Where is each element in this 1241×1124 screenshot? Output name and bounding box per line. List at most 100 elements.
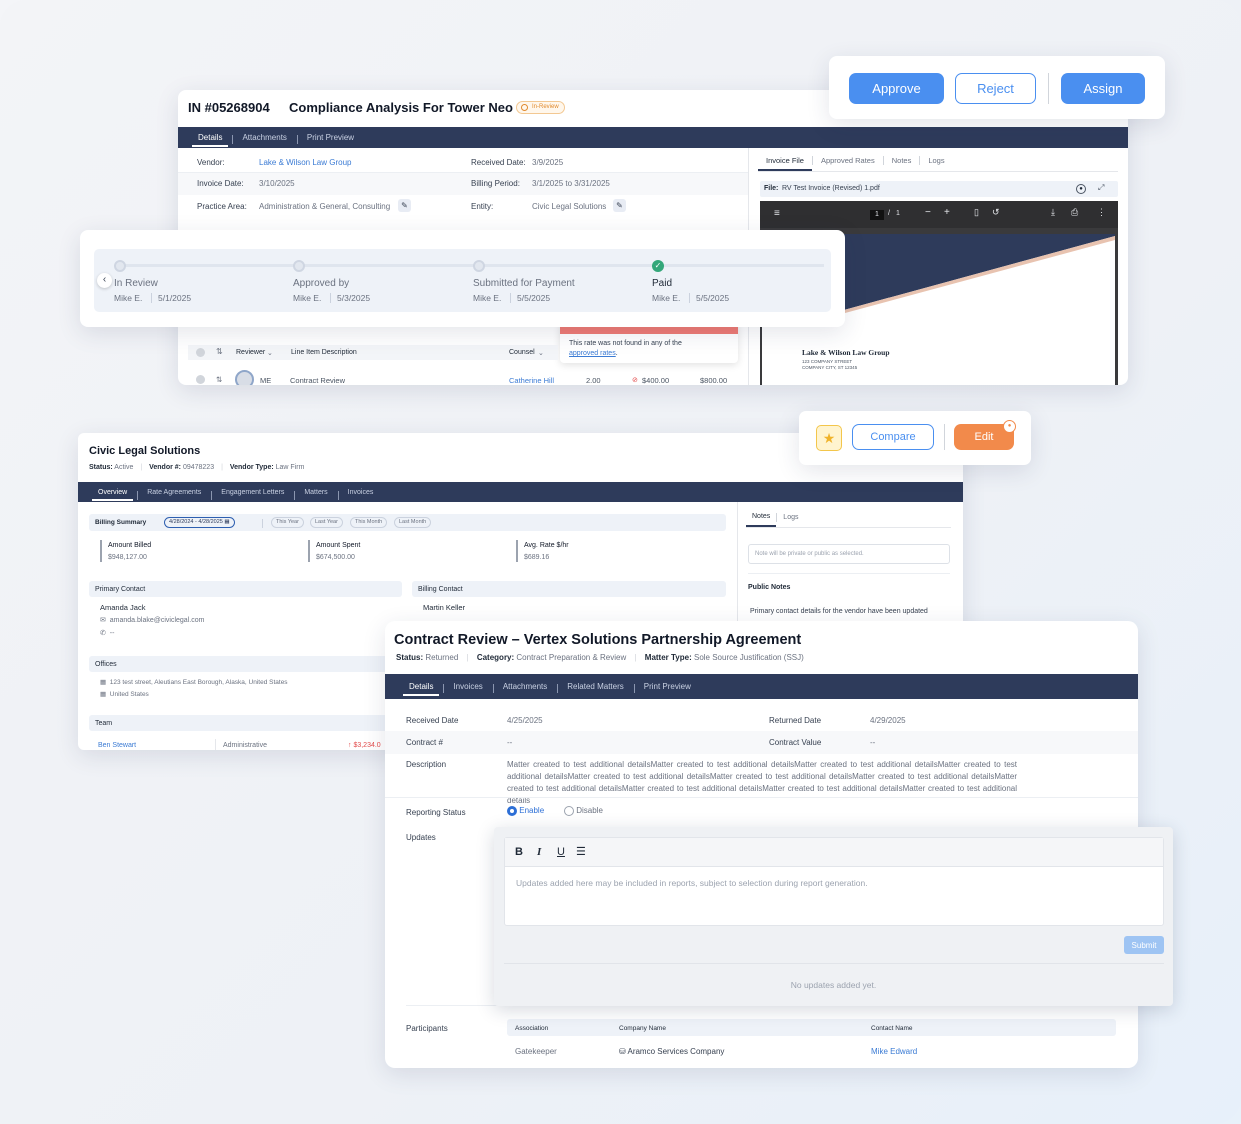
office-line-2: ▦ United States (100, 690, 149, 698)
office-country: United States (109, 691, 149, 698)
divider (748, 573, 950, 574)
counsel-header[interactable]: Counsel (509, 349, 535, 356)
compare-button[interactable]: Compare (852, 424, 934, 450)
stat-divider (516, 540, 518, 562)
received-date-label: Received Date (406, 716, 459, 725)
submit-button[interactable]: Submit (1124, 936, 1164, 954)
line-item-row[interactable]: ⇅ ME Contract Review Catherine Hill 2.00… (188, 370, 748, 385)
pdf-street: 123 COMPANY STREET (802, 359, 853, 364)
received-date-value: 4/25/2025 (507, 716, 543, 725)
zoom-out-icon[interactable]: − (925, 207, 931, 218)
tab-related-matters[interactable]: Related Matters (557, 682, 633, 693)
tab-overview[interactable]: Overview (88, 489, 137, 501)
file-name: RV Test Invoice (Revised) 1.pdf (782, 185, 880, 192)
filter-this-month[interactable]: This Month (350, 517, 388, 528)
tab-logs[interactable]: Logs (919, 156, 952, 165)
tooltip-end: . (615, 350, 618, 357)
sort-icon[interactable]: ⇅ (216, 347, 223, 356)
primary-contact-title: Primary Contact (95, 586, 146, 593)
tab-notes[interactable]: Notes (746, 513, 777, 527)
assign-button[interactable]: Assign (1061, 73, 1145, 104)
tab-approved-rates[interactable]: Approved Rates (811, 156, 883, 165)
underline-icon[interactable]: U (557, 846, 565, 858)
tab-attachments[interactable]: Attachments (492, 682, 557, 693)
timeline-line (119, 264, 824, 267)
tab-invoice-file[interactable]: Invoice File (758, 156, 812, 171)
edit-entity-icon[interactable]: ✎ (613, 199, 626, 212)
list-icon[interactable]: ☰ (576, 845, 586, 858)
billing-summary-bar: Billing Summary 4/28/2024 - 4/28/2025 ▦ … (89, 514, 726, 531)
primary-contact-email: ✉ amanda.blake@civiclegal.com (100, 616, 204, 624)
zoom-in-icon[interactable]: + (944, 207, 950, 218)
vendor-type-value: Law Firm (275, 464, 305, 471)
association-header: Association (515, 1025, 549, 1032)
timeline-step-dot (114, 260, 126, 272)
approve-button[interactable]: Approve (849, 73, 944, 104)
tab-invoices[interactable]: Invoices (337, 489, 384, 500)
company-name: Aramco Services Company (627, 1047, 725, 1056)
tab-logs[interactable]: Logs (776, 513, 804, 522)
counsel-link[interactable]: Catherine Hill (509, 376, 554, 385)
reporting-disable-radio[interactable]: Disable (564, 806, 603, 816)
tab-print-preview[interactable]: Print Preview (296, 133, 364, 144)
reject-button[interactable]: Reject (955, 73, 1036, 104)
date-range-picker[interactable]: 4/28/2024 - 4/28/2025 ▦ (164, 517, 235, 528)
category-label: Category: (476, 653, 515, 662)
reviewer-header[interactable]: Reviewer (236, 349, 265, 356)
star-icon[interactable]: ★ (816, 425, 842, 451)
reporting-enable-radio[interactable]: Enable (507, 806, 544, 816)
matter-type-value: Sole Source Justification (SSJ) (693, 653, 804, 662)
vendor-link[interactable]: Lake & Wilson Law Group (259, 158, 352, 167)
team-member-link[interactable]: Ben Stewart (98, 742, 136, 749)
page-input[interactable]: 1 (870, 210, 884, 220)
tab-invoices[interactable]: Invoices (443, 682, 492, 693)
filter-last-month[interactable]: Last Month (394, 517, 432, 528)
tab-engagement-letters[interactable]: Engagement Letters (211, 489, 294, 500)
invoice-tabs: Details Attachments Print Preview (178, 127, 1128, 148)
divider (385, 797, 1138, 798)
tab-rate-agreements[interactable]: Rate Agreements (137, 489, 211, 500)
tab-details[interactable]: Details (188, 133, 232, 147)
date-range: 4/28/2024 - 4/28/2025 (169, 519, 223, 525)
vendor-type-label: Vendor Type: (229, 464, 274, 471)
tab-print-preview[interactable]: Print Preview (633, 682, 701, 693)
reviewer-avatar (235, 370, 254, 385)
status-timeline: ‹ In Review Mike E. 5/1/2025 Approved by Mik… (80, 230, 845, 327)
print-icon[interactable]: ⎙ (1071, 207, 1078, 218)
editor-toolbar: B I U ☰ (505, 838, 1163, 867)
edit-practice-icon[interactable]: ✎ (398, 199, 411, 212)
more-icon[interactable]: ⋮ (1097, 207, 1106, 218)
approved-rates-link[interactable]: approved rates (569, 350, 616, 357)
rotate-page-icon[interactable]: ↺ (992, 207, 1000, 218)
menu-icon[interactable]: ≡ (774, 208, 780, 219)
returned-date-value: 4/29/2025 (870, 716, 906, 725)
invoice-date-label: Invoice Date: (197, 179, 244, 188)
expand-icon[interactable]: ⤢ (1098, 183, 1104, 193)
participant-contact-link[interactable]: Mike Edward (871, 1047, 917, 1056)
download-icon[interactable]: ⤓ (1051, 207, 1055, 218)
filter-last-year[interactable]: Last Year (310, 517, 343, 528)
tab-details[interactable]: Details (399, 682, 443, 696)
note-input[interactable]: Note will be private or public as select… (748, 544, 950, 564)
rotate-icon[interactable]: ● (1076, 184, 1086, 194)
fit-page-icon[interactable]: ▯ (974, 207, 979, 218)
select-all-icon[interactable] (196, 348, 205, 357)
filter-this-year[interactable]: This Year (271, 517, 304, 528)
public-notes-title: Public Notes (748, 584, 791, 591)
line-items-header: ⇅ Reviewer ⌄ Line Item Description Couns… (188, 345, 558, 360)
tab-matters[interactable]: Matters (294, 489, 337, 500)
description-label: Description (406, 760, 447, 769)
italic-icon[interactable]: I (537, 846, 541, 858)
rich-text-editor[interactable]: B I U ☰ Updates added here may be includ… (504, 837, 1164, 926)
chevron-left-icon[interactable]: ‹ (97, 273, 112, 288)
office-address: 123 test street, Aleutians East Borough,… (109, 679, 288, 686)
bold-icon[interactable]: B (515, 846, 523, 858)
received-value: 3/9/2025 (532, 158, 564, 167)
tab-attachments[interactable]: Attachments (232, 133, 296, 144)
timeline-step-date: 5/5/2025 (696, 293, 730, 303)
timeline-step-separator (151, 293, 152, 303)
billing-period-label: Billing Period: (471, 179, 520, 188)
tab-notes[interactable]: Notes (882, 156, 920, 165)
updates-label: Updates (406, 833, 436, 842)
row-select-icon[interactable] (196, 375, 205, 384)
